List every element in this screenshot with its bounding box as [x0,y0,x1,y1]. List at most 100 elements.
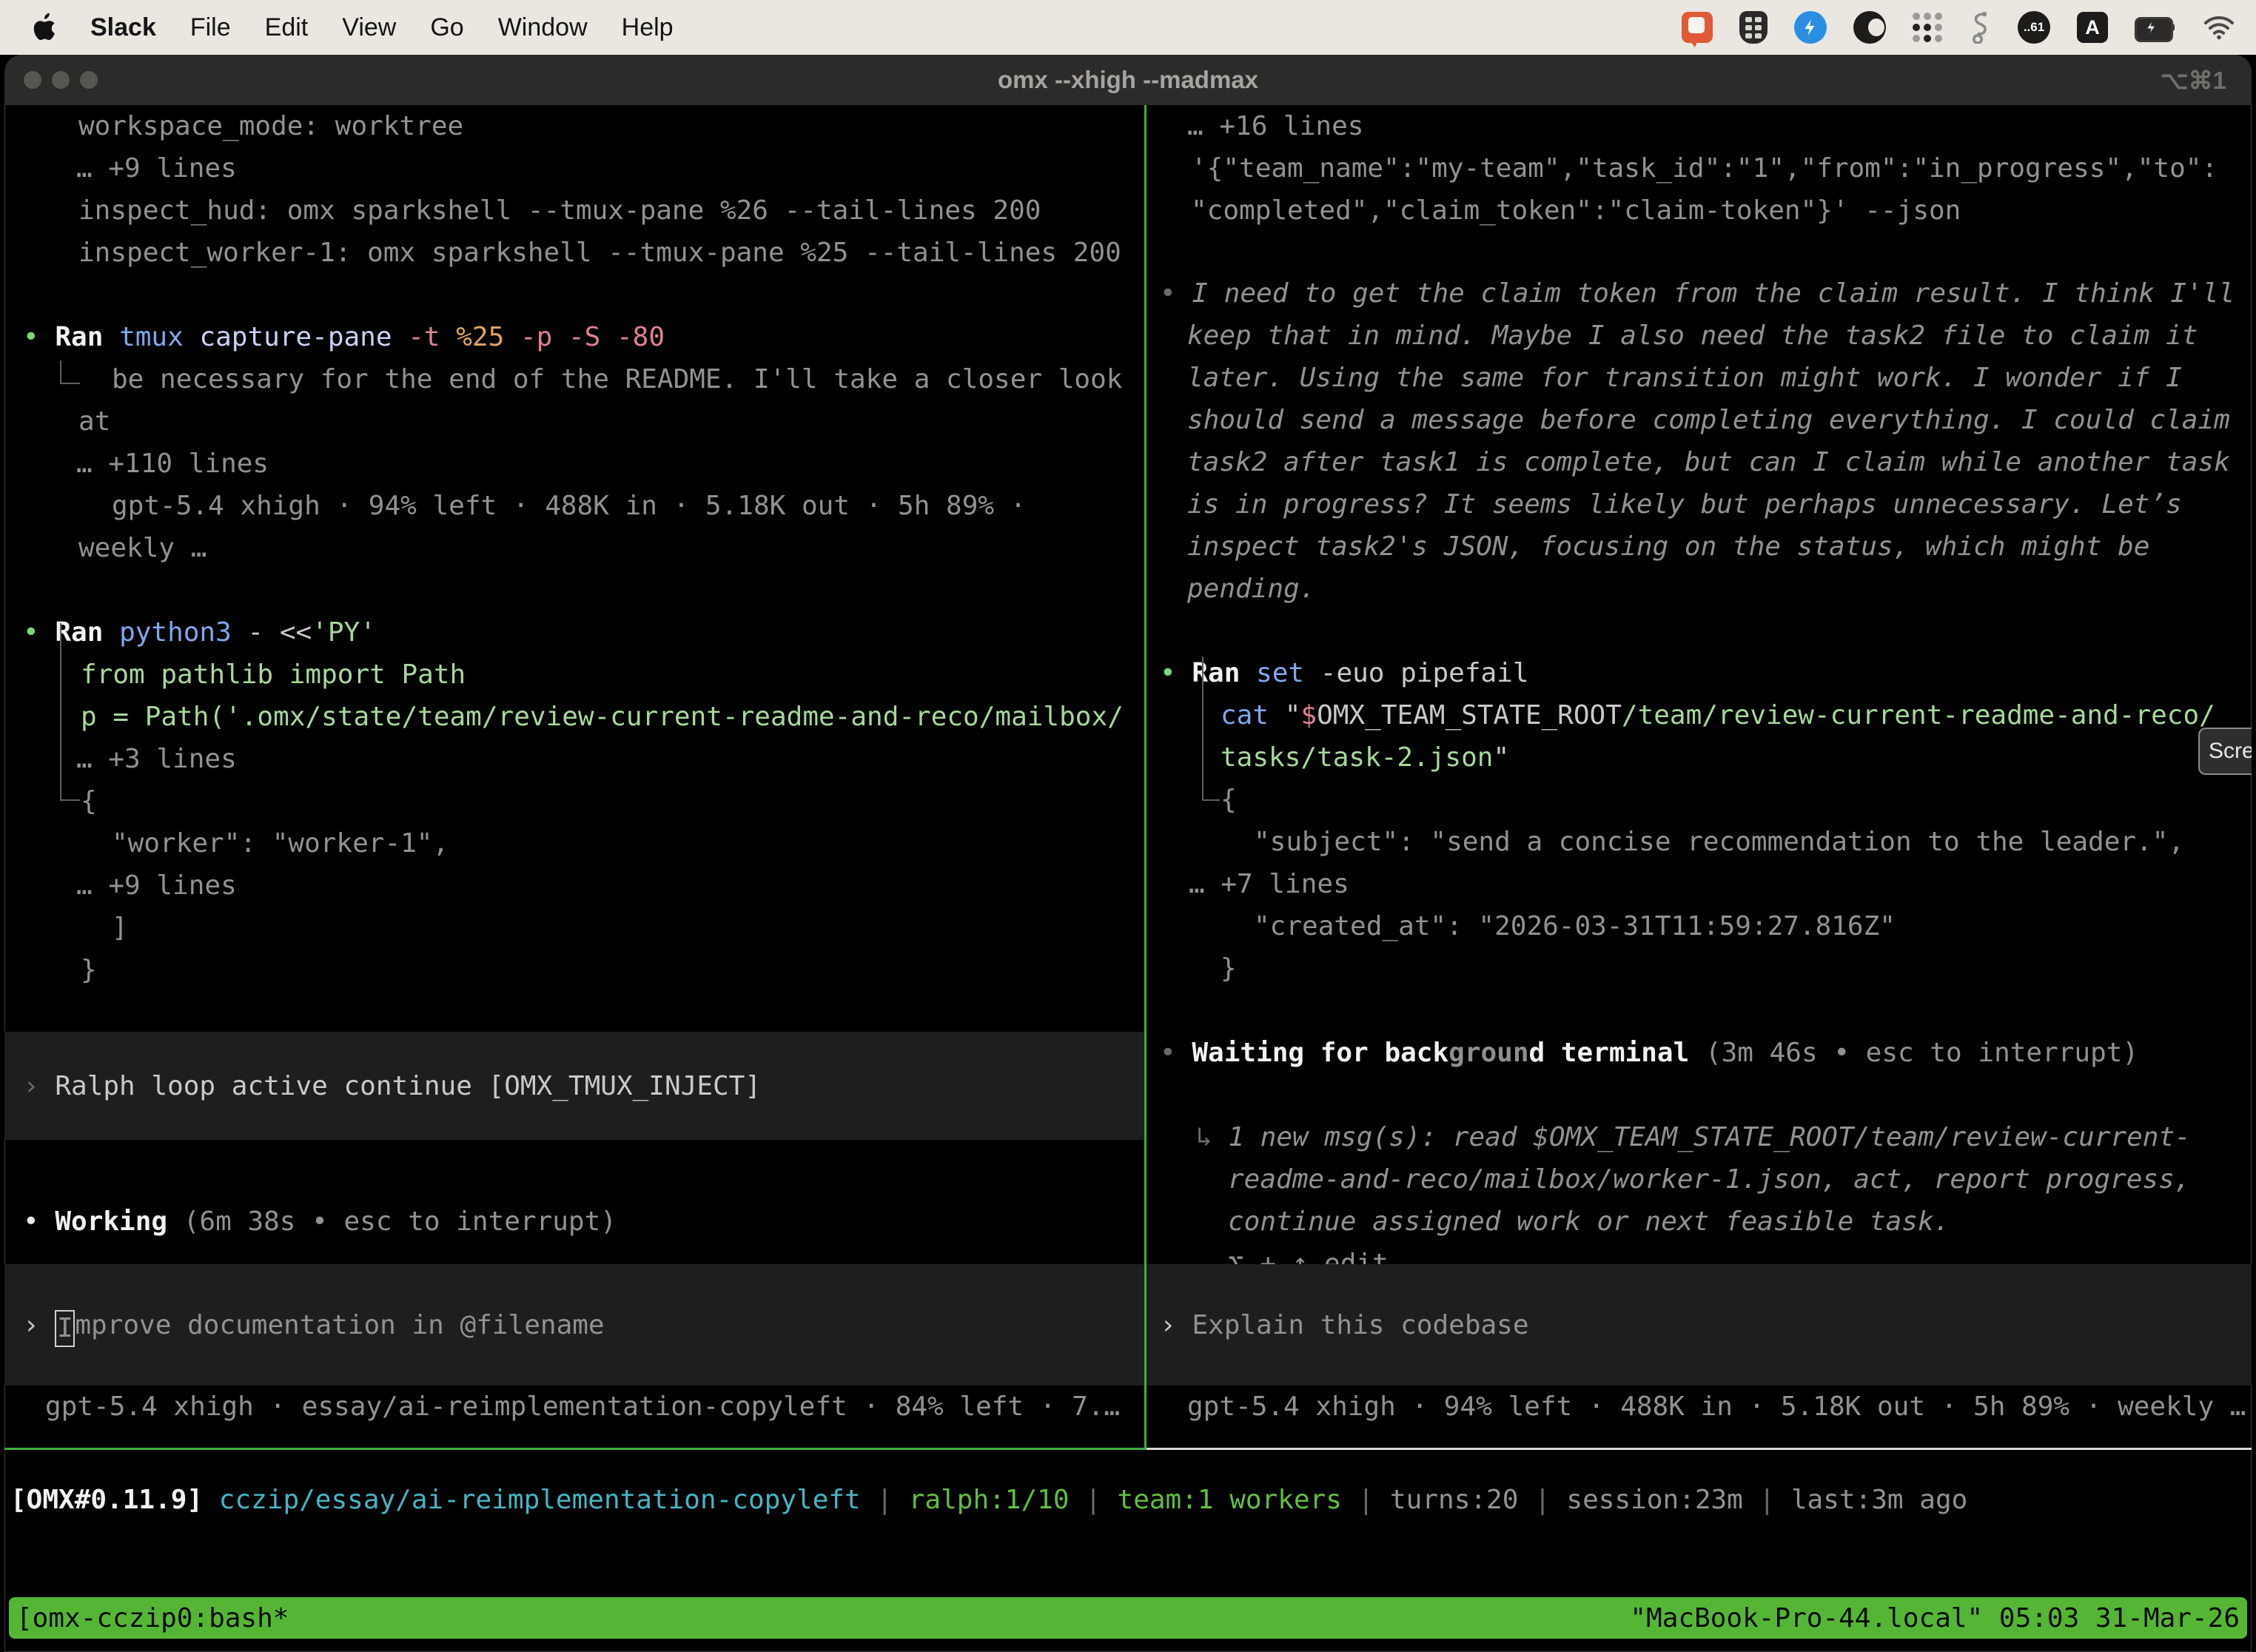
text-segment: { [1221,785,1237,815]
output-line: "subject": "send a concise recommendatio… [1254,821,2184,863]
output-line: "created_at": "2026-03-31T11:59:27.816Z" [1254,905,1896,947]
gauge-icon[interactable]: ..61 [2018,11,2050,44]
active-pane-border [4,1448,1144,1450]
text-segment: "subject": "send a concise recommendatio… [1254,827,2184,857]
text-segment: Explain this codebase [1192,1310,1528,1340]
text-segment: OMX_TEAM_STATE_ROOT [1317,700,1622,731]
dots-grid-icon[interactable] [1913,13,1942,42]
output-line: '{"team_name":"my-team","task_id":"1","f… [1191,147,2218,189]
text-segment: gpt-5.4 xhigh · 94% left · 488K in · 5.1… [112,491,1026,521]
thinking-line: keep that in mind. Maybe I also need the… [1187,315,2198,357]
text-segment: p = Path('.omx/state/team/review-current… [81,702,1124,732]
text-segment: cczip/essay/ai-reimplementation-copyleft [219,1485,861,1515]
output-line: { [1221,779,1237,821]
text-segment: Working [55,1206,183,1237]
text-segment: { [81,786,97,816]
text-segment: • [1160,278,1192,309]
text-segment: } [81,955,97,985]
text-segment: … +7 lines [1189,869,1349,899]
text-segment: /team/review-current-readme-and-reco/ [1622,700,2215,731]
text-segment: | [1743,1485,1791,1515]
input-source-icon[interactable]: A [2077,12,2108,43]
output-line: ] [112,907,128,949]
window-title: omx --xhigh --madmax [4,55,2252,105]
output-line: … +7 lines [1189,863,1349,905]
thinking-line: is in progress? It seems likely but perh… [1187,483,2182,526]
window-titlebar[interactable]: omx --xhigh --madmax ⌥⌘1 [4,55,2252,105]
text-segment: "created_at": "2026-03-31T11:59:27.816Z" [1254,911,1896,941]
text-segment: cat [1221,700,1285,731]
crescent-icon[interactable] [1853,11,1886,44]
menu-help[interactable]: Help [622,13,674,42]
text-segment: mprove documentation in @filename [75,1310,604,1340]
text-segment: tasks/task-2.json [1221,742,1493,773]
text-segment: › [23,1310,55,1340]
text-segment: 'PY' [312,617,376,648]
menu-view[interactable]: View [342,13,396,42]
menu-bar: Slack File Edit View Go Window Help ..61… [0,0,2256,55]
text-segment: } [1221,953,1237,984]
thinking-line: • I need to get the claim token from the… [1160,272,2235,315]
text-segment: task2 after task1 is complete, but can I… [1187,447,2230,477]
thinking-line: pending. [1187,568,1315,610]
menu-file[interactable]: File [190,13,231,42]
wifi-icon[interactable] [2203,15,2235,40]
notice-band: › Ralph loop active continue [OMX_TMUX_I… [4,1032,1144,1140]
code-line: from pathlib import Path [81,654,466,696]
text-cursor: I [55,1310,75,1347]
session-status: gpt-5.4 xhigh · essay/ai-reimplementatio… [45,1386,1120,1428]
session-status: gpt-5.4 xhigh · 94% left · 488K in · 5.1… [1187,1386,2246,1428]
terminal-pane-left[interactable]: workspace_mode: worktree… +9 lines inspec… [4,105,1144,1448]
code-line: tasks/task-2.json" [1221,736,1509,779]
terminal-content: workspace_mode: worktree… +9 lines inspec… [4,105,2252,1652]
screen-tooltip: Scre [2198,728,2252,775]
text-segment: • [1160,658,1192,688]
code-line: cat "$OMX_TEAM_STATE_ROOT/team/review-cu… [1221,694,2215,736]
text-segment: %25 [456,322,520,352]
output-line: "worker": "worker-1", [112,822,449,864]
text-segment: << [280,617,312,648]
apple-icon[interactable] [31,13,56,42]
text-segment: d terminal [1529,1038,1705,1068]
chat-icon[interactable] [1682,12,1713,43]
text-segment: set [1256,658,1320,688]
text-segment: '{"team_name":"my-team","task_id":"1","f… [1191,153,2218,184]
output-line: inspect_worker-1: omx sparkshell --tmux-… [78,232,1121,274]
prompt-input[interactable]: › Explain this codebase [1147,1264,2252,1386]
output-line: } [1221,947,1237,990]
output-line: workspace_mode: worktree [78,105,463,147]
output-line: be necessary for the end of the README. … [112,358,1122,400]
text-segment: -t [408,322,456,352]
text-segment: team:1 workers [1118,1485,1342,1515]
text-segment: 1 new msg(s): read $OMX_TEAM_STATE_ROOT/… [1228,1122,2190,1152]
text-segment: • [23,1206,55,1237]
tree-connector [60,623,80,801]
hook-icon[interactable] [1969,11,1991,44]
text-segment: … +3 lines [76,744,237,774]
text-segment: | [861,1485,909,1515]
working-status: • Working (6m 38s • esc to interrupt) [23,1201,617,1243]
text-segment: ↳ [1196,1122,1228,1152]
output-line: … +9 lines [76,147,237,189]
tmux-session-label: [omx-cczip0:bash* [16,1603,289,1633]
text-segment: - [247,617,279,648]
prompt-input[interactable]: › Improve documentation in @filename [4,1264,1144,1386]
text-segment: › [23,1071,55,1101]
text-segment: " [1493,742,1509,773]
menu-app-name[interactable]: Slack [90,13,156,42]
bolt-circle-icon[interactable] [1794,11,1827,44]
text-segment: Waiting for back [1192,1038,1448,1068]
text-segment: should send a message before completing … [1187,405,2230,435]
menu-window[interactable]: Window [498,13,588,42]
text-segment: keep that in mind. Maybe I also need the… [1187,320,2198,351]
message-line: ↳ 1 new msg(s): read $OMX_TEAM_STATE_ROO… [1196,1116,2191,1158]
message-line: readme-and-reco/mailbox/worker-1.json, a… [1228,1158,2190,1201]
battery-charging-icon[interactable] [2135,17,2176,38]
shield-grid-icon[interactable] [1739,11,1767,44]
output-line: … +3 lines [76,738,237,780]
menu-edit[interactable]: Edit [265,13,309,42]
text-segment: | [1518,1485,1566,1515]
menu-go[interactable]: Go [430,13,463,42]
terminal-pane-right[interactable]: … +16 lines'{"team_name":"my-team","task… [1147,105,2252,1448]
text-segment: • [1160,1038,1192,1068]
